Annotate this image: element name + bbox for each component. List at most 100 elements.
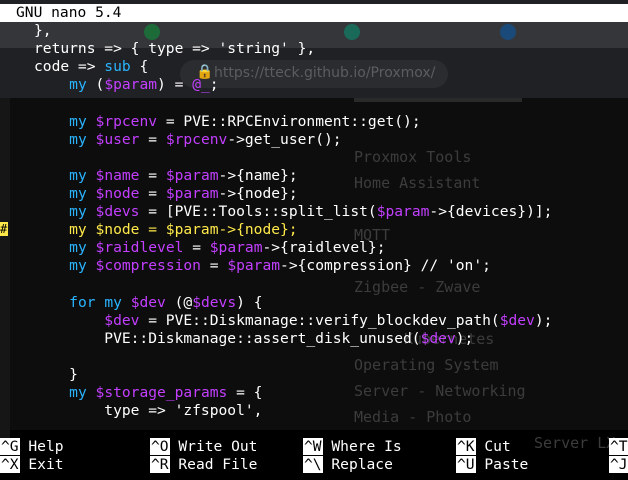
shortcut-replace[interactable]: ^\ Replace	[303, 456, 393, 474]
shortcut-execute[interactable]: ^T	[609, 438, 628, 456]
code-token: ->{compression} // 'on';	[280, 257, 491, 275]
code-token: ->{devices})];	[429, 203, 553, 220]
background-tab-icon	[500, 24, 516, 40]
background-menu-item: Proxmox Tools	[354, 148, 472, 166]
code-line: code => sub {	[34, 58, 148, 76]
code-line: my $node = $param->{node};	[34, 221, 298, 239]
code-token: = {	[227, 384, 263, 401]
code-token: my	[69, 184, 87, 202]
shortcut-cut[interactable]: ^K Cut	[456, 438, 511, 456]
shortcut-paste[interactable]: ^U Paste	[456, 456, 528, 474]
long-line-marker: #	[0, 222, 8, 236]
shortcut-read-file[interactable]: ^R Read File	[150, 456, 257, 474]
code-token: ->{name};	[218, 166, 298, 184]
shortcut-label: Read File	[178, 456, 258, 473]
code-token: (@	[165, 293, 193, 311]
shortcut-label: Write Out	[178, 438, 258, 455]
code-token: $param	[227, 257, 281, 275]
code-token: code =>	[34, 58, 105, 76]
code-token: type => 'zfspool',	[34, 402, 263, 420]
code-token: $dev	[499, 311, 535, 329]
code-token: $compression	[95, 257, 201, 275]
code-token: $param	[165, 184, 219, 202]
shortcut-label: Where Is	[331, 438, 402, 455]
code-line: PVE::Diskmanage::assert_disk_unused($dev…	[34, 330, 473, 348]
shortcut-justify[interactable]: ^J	[609, 456, 628, 474]
code-token: my	[69, 166, 87, 184]
shortcut-key: ^T	[609, 438, 628, 455]
shortcut-key: ^O	[150, 438, 170, 455]
code-token: my $node = $param->{node};	[34, 221, 298, 239]
code-line: },	[34, 22, 52, 40]
code-line: my $rpcenv = PVE::RPCEnvironment::get();	[34, 112, 421, 131]
code-token: @_	[192, 76, 210, 94]
code-token: returns => { type => 'string' },	[34, 40, 316, 58]
code-line: $dev = PVE::Diskmanage::verify_blockdev_…	[34, 312, 552, 330]
code-line: returns => { type => 'string' },	[34, 40, 315, 58]
code-token: $rpcenv	[95, 112, 158, 130]
shortcut-label: Cut	[484, 438, 511, 455]
shortcut-write-out[interactable]: ^O Write Out	[150, 438, 257, 456]
code-token: ->{raidlevel};	[262, 239, 386, 257]
code-line: type => 'zfspool',	[34, 402, 262, 420]
shortcut-key: ^\	[303, 456, 323, 473]
code-token: ->{node};	[218, 184, 298, 202]
code-token: $param	[165, 166, 219, 184]
nano-title-bar: GNU nano 5.4	[0, 4, 628, 22]
background-left-rail	[0, 98, 10, 438]
shortcut-label: Paste	[484, 456, 529, 473]
code-token: = PVE::Diskmanage::verify_blockdev_path(	[139, 311, 500, 329]
code-token: ;	[209, 76, 219, 94]
code-token: = PVE::RPCEnvironment::get();	[157, 112, 421, 130]
code-token: = [PVE::Tools::split_list(	[139, 203, 377, 220]
code-token: $user	[95, 130, 140, 148]
background-menu-item: Operating System	[354, 356, 499, 374]
shortcut-key: ^R	[150, 456, 170, 473]
shortcut-help[interactable]: ^G Help	[0, 438, 64, 456]
code-token: =	[139, 184, 166, 202]
code-token: my	[69, 239, 87, 257]
code-token: $node	[95, 184, 140, 202]
shortcut-label: Exit	[28, 456, 64, 473]
code-line: for my $dev (@$devs) {	[34, 293, 262, 312]
shortcut-key: ^W	[303, 438, 323, 455]
code-token: $param	[104, 76, 158, 94]
code-line: my $node = $param->{node};	[34, 184, 298, 203]
code-token: $dev	[104, 311, 140, 329]
shortcut-key: ^J	[609, 456, 628, 473]
code-token: $devs	[95, 203, 140, 220]
code-token: my	[69, 257, 87, 275]
code-token: sub	[104, 58, 131, 76]
code-line: my $raidlevel = $param->{raidlevel};	[34, 239, 386, 257]
background-menu-item: Media - Photo	[354, 408, 472, 426]
code-token: {	[130, 58, 149, 76]
shortcut-help-bar: ^G Help ^X Exit ^O Write Out ^R Read Fil…	[0, 438, 628, 480]
code-token: my	[69, 203, 87, 220]
code-line: my $storage_params = {	[34, 384, 262, 402]
code-token: =	[183, 239, 210, 257]
code-line: my $user = $rpcenv->get_user();	[34, 130, 341, 149]
shortcut-where-is[interactable]: ^W Where Is	[303, 438, 402, 456]
code-token: =	[139, 130, 166, 148]
shortcut-key: ^X	[0, 456, 20, 473]
code-token: );	[534, 311, 553, 329]
shortcut-key: ^G	[0, 438, 20, 455]
background-menu-item: Server - Networking	[354, 382, 526, 400]
background-menu-item: Zigbee - Zwave	[354, 278, 481, 296]
shortcut-exit[interactable]: ^X Exit	[0, 456, 64, 474]
